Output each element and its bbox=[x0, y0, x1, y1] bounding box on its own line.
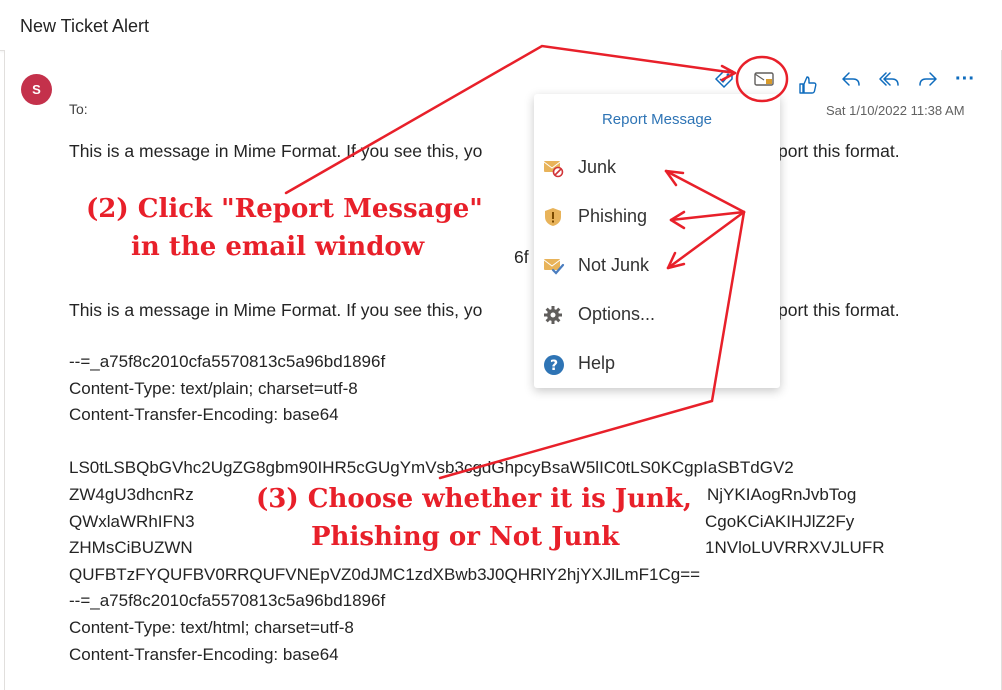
sender-avatar[interactable]: S bbox=[21, 74, 52, 105]
body-line-2a: This is a message in Mime Format. If you… bbox=[69, 300, 483, 320]
not-junk-icon bbox=[543, 256, 565, 276]
menu-item-phishing[interactable]: Phishing bbox=[534, 197, 780, 237]
timestamp: Sat 1/10/2022 11:38 AM bbox=[826, 103, 965, 118]
report-message-menu: Report Message Junk Phishing Not Junk Op… bbox=[534, 94, 780, 388]
base64-line: 1NVloLUVRRXVJLUFR bbox=[705, 538, 885, 557]
like-icon[interactable] bbox=[795, 72, 821, 98]
reply-icon[interactable] bbox=[838, 66, 864, 92]
mime-boundary: --=_a75f8c2010cfa5570813c5a96bd1896f bbox=[69, 591, 386, 610]
menu-item-label: Junk bbox=[578, 157, 617, 177]
junk-icon bbox=[543, 158, 564, 178]
menu-item-label: Phishing bbox=[578, 206, 648, 226]
step3-annotation-line1: (3) Choose whether it is Junk, bbox=[256, 484, 692, 514]
content-type-line: Content-Type: text/plain; charset=utf-8 bbox=[69, 379, 358, 398]
reply-all-icon[interactable] bbox=[876, 66, 902, 92]
base64-line: CgoKCiAKIHJlZ2Fy bbox=[705, 512, 855, 531]
report-message-icon[interactable] bbox=[751, 66, 777, 92]
step2-annotation-line1: (2) Click "Report Message" bbox=[86, 194, 483, 224]
more-icon[interactable]: ··· bbox=[952, 66, 978, 92]
gear-icon bbox=[543, 305, 563, 325]
forward-icon[interactable] bbox=[915, 66, 941, 92]
body-line-1a: This is a message in Mime Format. If you… bbox=[69, 141, 483, 161]
body-line-1b: port this format. bbox=[778, 141, 900, 161]
encoding-line: Content-Transfer-Encoding: base64 bbox=[69, 405, 339, 424]
menu-item-help[interactable]: ? Help bbox=[534, 344, 780, 384]
step2-annotation-line2: in the email window bbox=[131, 232, 425, 262]
menu-item-label: Options... bbox=[578, 304, 656, 324]
menu-item-label: Not Junk bbox=[578, 255, 650, 275]
svg-text:?: ? bbox=[550, 358, 558, 374]
step3-annotation-line2: Phishing or Not Junk bbox=[311, 522, 620, 552]
base64-line: ZW4gU3dhcnRz bbox=[69, 485, 194, 504]
menu-item-junk[interactable]: Junk bbox=[534, 148, 780, 188]
mime-boundary: --=_a75f8c2010cfa5570813c5a96bd1896f bbox=[69, 352, 386, 371]
subject-bar: New Ticket Alert bbox=[0, 0, 1002, 51]
base64-line: NjYKIAogRnJvbTog bbox=[707, 485, 857, 504]
phishing-icon bbox=[543, 207, 563, 227]
base64-line: ZHMsCiBUZWN bbox=[69, 538, 193, 557]
base64-line: QWxlaWRhIFN3 bbox=[69, 512, 195, 531]
menu-item-not-junk[interactable]: Not Junk bbox=[534, 246, 780, 286]
body-fragment: 6f bbox=[514, 247, 529, 267]
body-line-2b: port this format. bbox=[778, 300, 900, 320]
help-icon: ? bbox=[543, 354, 564, 375]
base64-line: LS0tLSBQbGVhc2UgZG8gbm90IHR5cGUgYmVsb3cg… bbox=[69, 458, 794, 477]
tag-icon[interactable] bbox=[711, 66, 737, 92]
menu-item-options[interactable]: Options... bbox=[534, 295, 780, 335]
email-subject: New Ticket Alert bbox=[20, 16, 150, 36]
menu-item-label: Help bbox=[578, 353, 616, 373]
to-label: To: bbox=[69, 101, 88, 117]
base64-line: QUFBTzFYQUFBV0RRQUFVNEpVZ0dJMC1zdXBwb3J0… bbox=[69, 565, 701, 584]
encoding-line: Content-Transfer-Encoding: base64 bbox=[69, 645, 339, 664]
content-type-line: Content-Type: text/html; charset=utf-8 bbox=[69, 618, 354, 637]
menu-title: Report Message bbox=[601, 111, 713, 128]
